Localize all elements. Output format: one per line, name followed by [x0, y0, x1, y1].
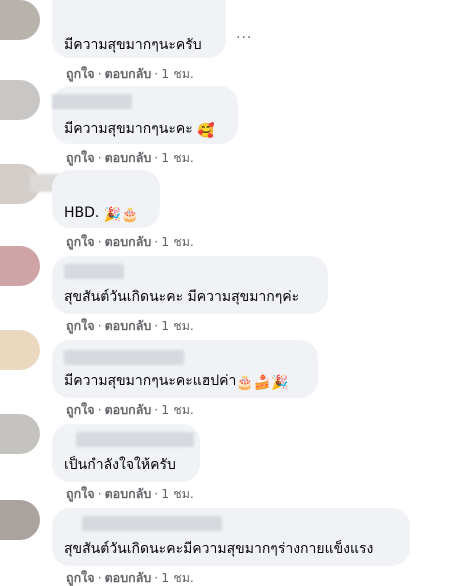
comment-text: มีความสุขมากๆนะคะแฮปค่า🎂🍰🎉 [64, 372, 289, 392]
avatar[interactable] [0, 0, 40, 40]
comment-text: สุขสันต์วันเกิดนะคะมีความสุขมากๆร่างกายแ… [64, 540, 373, 558]
timestamp[interactable]: 1 ชม. [161, 402, 194, 417]
comment-text-label: สุขสันต์วันเกิดนะคะ มีความสุขมากๆค่ะ [64, 289, 300, 305]
timestamp[interactable]: 1 ชม. [161, 570, 194, 585]
comment-actions: ถูกใจ · ตอบกลับ · 1 ชม. [66, 66, 194, 81]
reply-button[interactable]: ตอบกลับ [105, 486, 152, 501]
cake-party-emoji-icon: 🎂🍰🎉 [236, 375, 289, 391]
comment-actions: ถูกใจ · ตอบกลับ · 1 ชม. [66, 486, 194, 501]
party-cake-emoji-icon: 🎉🎂 [103, 207, 139, 223]
avatar[interactable] [0, 246, 40, 286]
like-button[interactable]: ถูกใจ [66, 486, 95, 501]
comment-text: HBD. 🎉🎂 [64, 204, 139, 224]
commenter-name[interactable] [76, 432, 194, 447]
comment-text-label: มีความสุขมากๆนะคะ [64, 121, 193, 137]
comment-bubble: สุขสันต์วันเกิดนะคะ มีความสุขมากๆค่ะ [52, 256, 328, 314]
reply-button[interactable]: ตอบกลับ [105, 318, 152, 333]
avatar[interactable] [0, 330, 40, 370]
avatar[interactable] [0, 80, 40, 120]
comment-text: มีความสุขมากๆนะครับ [64, 36, 202, 54]
comment-bubble: มีความสุขมากๆนะครับ [52, 0, 226, 58]
comment-actions: ถูกใจ · ตอบกลับ · 1 ชม. [66, 234, 194, 249]
reply-button[interactable]: ตอบกลับ [105, 402, 152, 417]
timestamp[interactable]: 1 ชม. [161, 234, 194, 249]
comment-actions: ถูกใจ · ตอบกลับ · 1 ชม. [66, 318, 194, 333]
comment-text-label: เป็นกำลังใจให้ครับ [64, 457, 176, 473]
comment-bubble: มีความสุขมากๆนะคะแฮปค่า🎂🍰🎉 [52, 340, 318, 398]
comment-actions: ถูกใจ · ตอบกลับ · 1 ชม. [66, 150, 194, 165]
commenter-name[interactable] [52, 94, 132, 109]
comment-text-label: มีความสุขมากๆนะครับ [64, 37, 202, 53]
timestamp[interactable]: 1 ชม. [161, 66, 194, 81]
reply-button[interactable]: ตอบกลับ [105, 234, 152, 249]
reply-button[interactable]: ตอบกลับ [105, 570, 152, 585]
commenter-name[interactable] [64, 264, 124, 279]
comment-bubble: เป็นกำลังใจให้ครับ [52, 424, 200, 482]
like-button[interactable]: ถูกใจ [66, 150, 95, 165]
comment-text-label: สุขสันต์วันเกิดนะคะมีความสุขมากๆร่างกายแ… [64, 541, 374, 557]
reply-button[interactable]: ตอบกลับ [105, 66, 152, 81]
timestamp[interactable]: 1 ชม. [161, 318, 194, 333]
comment-bubble: HBD. 🎉🎂 [52, 170, 160, 228]
commenter-name[interactable] [64, 350, 184, 365]
comment-text: สุขสันต์วันเกิดนะคะ มีความสุขมากๆค่ะ [64, 288, 299, 306]
comment-text: เป็นกำลังใจให้ครับ [64, 456, 176, 474]
smiling-face-hearts-emoji-icon: 🥰 [197, 123, 215, 139]
like-button[interactable]: ถูกใจ [66, 318, 95, 333]
avatar[interactable] [0, 414, 40, 454]
timestamp[interactable]: 1 ชม. [161, 486, 194, 501]
like-button[interactable]: ถูกใจ [66, 402, 95, 417]
more-options-icon[interactable]: ... [236, 26, 252, 42]
comment-text-label: มีความสุขมากๆนะคะแฮปค่า [64, 373, 237, 389]
comment-text: มีความสุขมากๆนะคะ 🥰 [64, 120, 215, 140]
comment-actions: ถูกใจ · ตอบกลับ · 1 ชม. [66, 570, 194, 585]
comment-bubble: สุขสันต์วันเกิดนะคะมีความสุขมากๆร่างกายแ… [52, 508, 410, 566]
commenter-name[interactable] [82, 516, 222, 531]
comment-text-label: HBD. [64, 205, 100, 221]
like-button[interactable]: ถูกใจ [66, 570, 95, 585]
avatar[interactable] [0, 500, 40, 540]
timestamp[interactable]: 1 ชม. [161, 150, 194, 165]
like-button[interactable]: ถูกใจ [66, 66, 95, 81]
comment-actions: ถูกใจ · ตอบกลับ · 1 ชม. [66, 402, 194, 417]
reply-button[interactable]: ตอบกลับ [105, 150, 152, 165]
comment-bubble: มีความสุขมากๆนะคะ 🥰 [52, 86, 238, 144]
like-button[interactable]: ถูกใจ [66, 234, 95, 249]
